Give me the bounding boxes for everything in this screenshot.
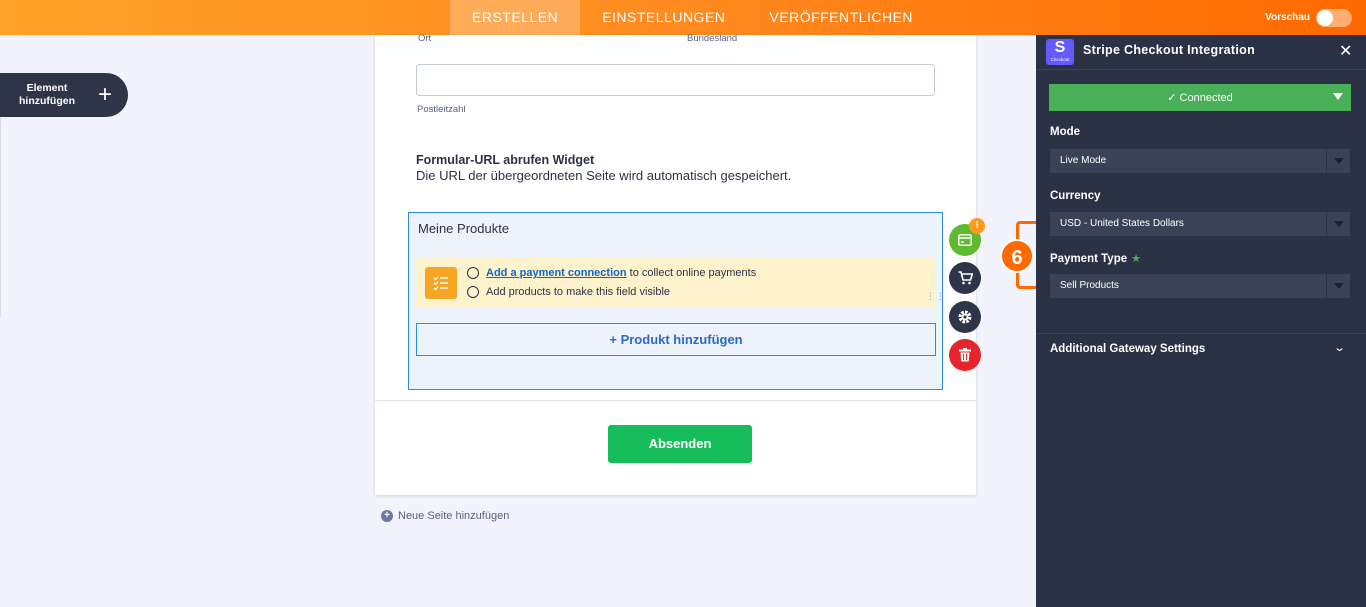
notice-line-2: Add products to make this field visible <box>467 286 670 298</box>
add-page-label: Neue Seite hinzufügen <box>398 510 510 522</box>
payment-type-select[interactable]: Sell Products <box>1050 274 1350 298</box>
notice-text-2: Add products to make this field visible <box>486 286 671 298</box>
city-sublabel: Ort <box>418 33 432 44</box>
tab-einstellungen[interactable]: EINSTELLUNGEN <box>580 0 747 35</box>
preview-label: Vorschau <box>1265 12 1310 23</box>
tab-erstellen[interactable]: ERSTELLEN <box>450 0 581 35</box>
payment-notice: Add a payment connection to collect onli… <box>416 257 936 308</box>
close-icon[interactable]: ✕ <box>1339 41 1352 61</box>
radio-circle-icon <box>467 267 479 279</box>
chevron-down-icon <box>1326 212 1350 236</box>
logo-caption: Checkout <box>1050 57 1070 62</box>
left-divider <box>0 117 1 317</box>
gear-icon <box>958 310 972 324</box>
plus-circle-icon: + <box>381 510 393 522</box>
payment-type-value: Sell Products <box>1060 280 1119 291</box>
tab-veroeffentlichen[interactable]: VERÖFFENTLICHEN <box>747 0 935 35</box>
warning-badge: ! <box>969 218 985 234</box>
panel-header: S Checkout Stripe Checkout Integration ✕ <box>1036 35 1366 70</box>
add-product-button[interactable]: + Produkt hinzufügen <box>416 323 936 356</box>
panel-title: Stripe Checkout Integration <box>1083 43 1256 57</box>
connected-label: ✓ Connected <box>1167 92 1233 104</box>
toggle-knob <box>1317 9 1333 26</box>
state-sublabel: Bundesland <box>687 33 738 44</box>
field-settings-button[interactable] <box>949 301 981 333</box>
chevron-down-icon[interactable]: ⌄ <box>1333 341 1346 354</box>
top-bar: ERSTELLEN EINSTELLUNGEN VERÖFFENTLICHEN … <box>0 0 1366 35</box>
additional-gateway-settings[interactable]: Additional Gateway Settings <box>1050 343 1205 355</box>
mode-select[interactable]: Live Mode <box>1050 149 1350 173</box>
widget-description: Die URL der übergeordneten Seite wird au… <box>416 168 792 183</box>
preview-toggle[interactable] <box>1316 8 1352 27</box>
cart-button[interactable] <box>949 262 981 294</box>
connected-button[interactable]: ✓ Connected <box>1049 84 1351 111</box>
mode-label: Mode <box>1050 126 1081 138</box>
chevron-down-icon <box>1326 274 1350 298</box>
mode-value: Live Mode <box>1060 155 1107 166</box>
form-card: Ort Bundesland Postleitzahl Formular-URL… <box>375 33 976 495</box>
payment-type-label: Payment Type ★ <box>1050 252 1141 265</box>
main-tabs: ERSTELLEN EINSTELLUNGEN VERÖFFENTLICHEN <box>450 0 935 35</box>
integration-panel: S Checkout Stripe Checkout Integration ✕… <box>1036 35 1366 607</box>
add-payment-connection-link[interactable]: Add a payment connection <box>486 267 627 279</box>
payment-type-label-text: Payment Type <box>1050 253 1128 265</box>
stripe-checkout-logo: S Checkout <box>1046 39 1074 65</box>
notice-text-1: Add a payment connection to collect onli… <box>486 267 756 279</box>
add-page-link[interactable]: + Neue Seite hinzufügen <box>381 510 509 522</box>
payment-settings-button[interactable]: ! <box>949 218 985 256</box>
currency-value: USD - United States Dollars <box>1060 218 1184 229</box>
cart-icon <box>958 271 973 285</box>
dropdown-arrow-icon[interactable] <box>1333 93 1343 100</box>
logo-letter: S <box>1054 39 1066 56</box>
credit-card-icon <box>958 234 972 246</box>
star-icon: ★ <box>1131 253 1141 265</box>
notice-text-1-rest: to collect online payments <box>629 267 757 279</box>
chevron-down-icon <box>1326 149 1350 173</box>
radio-circle-icon <box>467 286 479 298</box>
add-element-button[interactable]: Element hinzufügen + <box>0 73 128 117</box>
plus-icon: + <box>98 81 113 108</box>
trash-icon <box>959 348 971 362</box>
submit-button[interactable]: Absenden <box>608 425 752 463</box>
widget-title: Formular-URL abrufen Widget <box>416 153 595 167</box>
products-field[interactable]: Meine Produkte Add a payment connection … <box>408 212 945 390</box>
step-number-badge: 6 <box>1000 239 1034 273</box>
currency-label: Currency <box>1050 190 1101 202</box>
form-divider <box>375 400 976 401</box>
postal-code-input[interactable] <box>416 64 935 96</box>
products-title: Meine Produkte <box>418 221 510 236</box>
notice-line-1: Add a payment connection to collect onli… <box>467 267 756 279</box>
delete-button[interactable] <box>949 339 981 371</box>
drag-handle-icon[interactable]: ⋮⋮ <box>926 292 945 308</box>
add-element-label: Element hinzufügen <box>19 82 75 107</box>
preview-control: Vorschau <box>1265 0 1352 35</box>
checklist-icon <box>425 267 457 299</box>
currency-select[interactable]: USD - United States Dollars <box>1050 212 1350 236</box>
panel-divider <box>1036 333 1366 334</box>
postal-code-sublabel: Postleitzahl <box>417 104 466 115</box>
